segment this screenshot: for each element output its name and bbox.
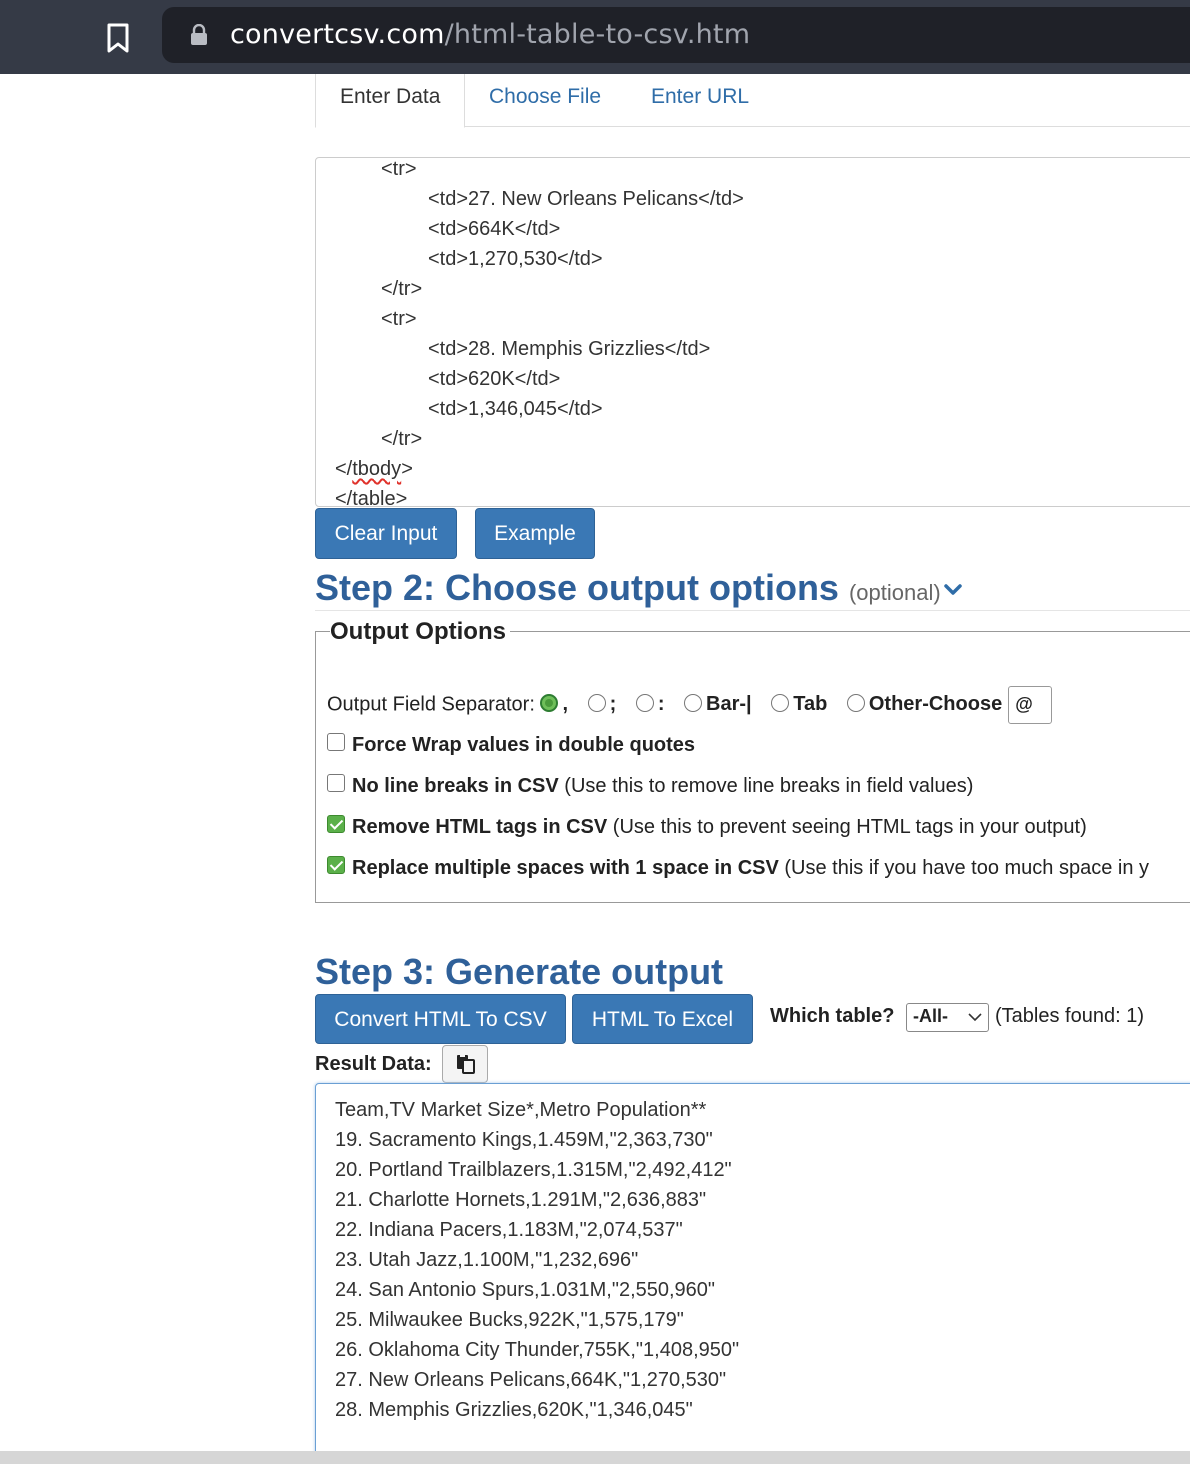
input-line: </table> <box>335 488 408 507</box>
separator-option-semicolon[interactable]: ; <box>587 693 616 716</box>
result-data-textarea[interactable]: Team,TV Market Size*,Metro Population** 1… <box>315 1083 1190 1463</box>
section-divider <box>315 610 1190 611</box>
tab-enter-url[interactable]: Enter URL <box>627 74 773 127</box>
tables-found-count: (Tables found: 1) <box>995 1005 1144 1027</box>
url-host: convertcsv.com <box>230 19 445 50</box>
input-line: <tr> <box>381 158 417 180</box>
horizontal-scrollbar[interactable] <box>0 1451 1190 1464</box>
input-line: </tr> <box>381 428 423 450</box>
input-lines: <tr> <td>27. New Orleans Pelicans</td> <td… <box>335 158 744 507</box>
other-separator-input[interactable]: @ <box>1008 686 1053 724</box>
input-line: <td>620K</td> <box>428 368 561 390</box>
html-input-textarea[interactable]: <tr> <td>27. New Orleans Pelicans</td> <td… <box>315 157 1190 507</box>
table-select-value: -All- <box>913 1006 948 1026</box>
input-line: <td>1,346,045</td> <box>428 398 603 420</box>
result-line: 26. Oklahoma City Thunder,755K,"1,408,95… <box>335 1339 740 1361</box>
input-line: <td>28. Memphis Grizzlies</td> <box>428 338 711 360</box>
replace-spaces-checkbox[interactable] <box>327 856 345 874</box>
input-tabs: Enter Data Choose File Enter URL <box>315 74 1190 128</box>
clear-input-button[interactable]: Clear Input <box>315 508 457 559</box>
chevron-down-icon[interactable] <box>943 582 963 598</box>
result-line: 25. Milwaukee Bucks,922K,"1,575,179" <box>335 1309 684 1331</box>
copy-to-clipboard-button[interactable] <box>442 1045 488 1083</box>
replace-spaces-label: Replace multiple spaces with 1 space in … <box>352 857 779 879</box>
input-line: <tr> <box>381 308 417 330</box>
radio-bar[interactable] <box>684 694 703 713</box>
result-line: 22. Indiana Pacers,1.183M,"2,074,537" <box>335 1219 683 1241</box>
no-linebreaks-note: (Use this to remove line breaks in field… <box>564 775 974 797</box>
chevron-down-icon <box>968 1013 982 1022</box>
result-line: 20. Portland Trailblazers,1.315M,"2,492,… <box>335 1159 732 1181</box>
result-line: Team,TV Market Size*,Metro Population** <box>335 1099 707 1121</box>
url-path: /html-table-to-csv.htm <box>444 19 751 50</box>
radio-colon[interactable] <box>635 694 654 713</box>
result-line: 24. San Antonio Spurs,1.031M,"2,550,960" <box>335 1279 716 1301</box>
input-line: </tr> <box>381 278 423 300</box>
no-linebreaks-label: No line breaks in CSV <box>352 775 559 797</box>
result-line: 19. Sacramento Kings,1.459M,"2,363,730" <box>335 1129 713 1151</box>
remove-html-note: (Use this to prevent seeing HTML tags in… <box>612 816 1087 838</box>
address-bar[interactable]: convertcsv.com/html-table-to-csv.htm <box>162 7 1190 63</box>
html-to-excel-button[interactable]: HTML To Excel <box>572 994 753 1044</box>
result-line: 23. Utah Jazz,1.100M,"1,232,696" <box>335 1249 639 1271</box>
force-wrap-checkbox[interactable] <box>327 733 345 751</box>
step2-heading[interactable]: Step 2: Choose output options (optional) <box>315 567 963 609</box>
radio-other[interactable] <box>846 694 865 713</box>
tab-choose-file[interactable]: Choose File <box>465 74 625 127</box>
radio-semicolon[interactable] <box>587 694 606 713</box>
input-line: </tbody> <box>335 458 413 480</box>
step2-title: Step 2: Choose output options <box>315 567 839 608</box>
step3-heading: Step 3: Generate output <box>315 951 724 992</box>
result-data-label: Result Data: <box>315 1053 432 1075</box>
result-line: 21. Charlotte Hornets,1.291M,"2,636,883" <box>335 1189 707 1211</box>
output-options-legend: Output Options <box>330 618 510 646</box>
remove-html-option[interactable]: Remove HTML tags in CSV (Use this to pre… <box>327 815 1087 839</box>
replace-spaces-note: (Use this if you have too much space in … <box>784 857 1150 879</box>
separator-option-other[interactable]: Other-Choose <box>846 693 1002 716</box>
separator-option-colon[interactable]: : <box>635 693 664 716</box>
input-line: <td>1,270,530</td> <box>428 248 603 270</box>
result-line: 27. New Orleans Pelicans,664K,"1,270,530… <box>335 1369 727 1391</box>
no-linebreaks-option[interactable]: No line breaks in CSV (Use this to remov… <box>327 774 973 798</box>
separator-label: Output Field Separator: <box>327 693 535 716</box>
separator-option-comma[interactable]: , <box>540 693 568 716</box>
browser-toolbar: convertcsv.com/html-table-to-csv.htm <box>0 0 1190 74</box>
result-lines: Team,TV Market Size*,Metro Population** 1… <box>335 1095 739 1425</box>
result-line: 28. Memphis Grizzlies,620K,"1,346,045" <box>335 1399 693 1421</box>
step2-optional-label: (optional) <box>848 580 941 605</box>
separator-option-bar[interactable]: Bar-| <box>684 693 752 716</box>
force-wrap-option[interactable]: Force Wrap values in double quotes <box>327 733 695 757</box>
input-line: <td>27. New Orleans Pelicans</td> <box>428 188 744 210</box>
no-linebreaks-checkbox[interactable] <box>327 774 345 792</box>
separator-option-tab[interactable]: Tab <box>771 693 827 716</box>
radio-tab[interactable] <box>771 694 790 713</box>
tab-enter-data[interactable]: Enter Data <box>315 74 466 128</box>
remove-html-checkbox[interactable] <box>327 815 345 833</box>
radio-comma[interactable] <box>540 694 559 713</box>
convert-html-to-csv-button[interactable]: Convert HTML To CSV <box>315 994 566 1044</box>
replace-spaces-option[interactable]: Replace multiple spaces with 1 space in … <box>327 856 1149 880</box>
remove-html-label: Remove HTML tags in CSV <box>352 816 608 838</box>
which-table-label: Which table? <box>770 1005 895 1027</box>
clipboard-copy-icon <box>457 1054 475 1074</box>
table-select[interactable]: -All- <box>906 1003 989 1032</box>
url-text: convertcsv.com/html-table-to-csv.htm <box>230 19 750 51</box>
lock-icon <box>191 24 207 45</box>
bookmark-icon[interactable] <box>104 22 132 54</box>
force-wrap-label: Force Wrap values in double quotes <box>352 734 696 756</box>
example-button[interactable]: Example <box>475 508 595 559</box>
input-line: <td>664K</td> <box>428 218 561 240</box>
separator-row: Output Field Separator: , ; : Bar-| Tab … <box>327 686 1053 724</box>
